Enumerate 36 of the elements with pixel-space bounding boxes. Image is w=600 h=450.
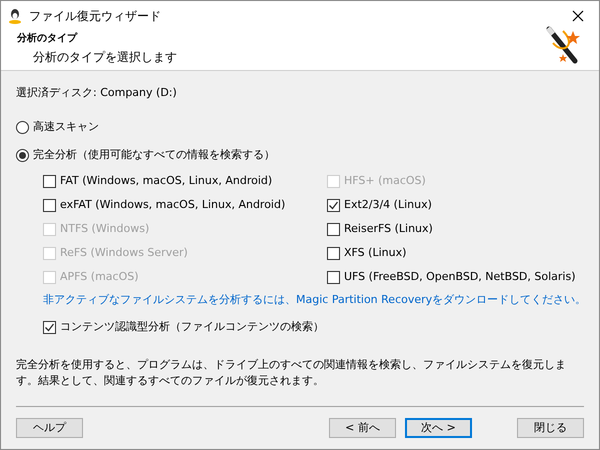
radio-label: 高速スキャン	[33, 118, 99, 135]
selected-disk-label: 選択済ディスク: Company (D:)	[16, 85, 178, 101]
checkbox[interactable]	[327, 198, 340, 212]
checkbox[interactable]	[43, 174, 56, 188]
checkbox-label: Ext2/3/4 (Linux)	[344, 196, 432, 213]
checkbox-label: APFS (macOS)	[60, 268, 138, 285]
checkbox-label: FAT (Windows, macOS, Linux, Android)	[60, 172, 272, 189]
checkbox[interactable]	[327, 246, 340, 260]
help-button[interactable]: ヘルプ	[16, 418, 83, 438]
radio-button[interactable]	[16, 148, 29, 162]
radio-label: 完全分析（使用可能なすべての情報を検索する）	[33, 146, 275, 163]
checkmark-icon	[328, 200, 339, 210]
radio-button[interactable]	[16, 120, 29, 134]
checkbox[interactable]	[43, 198, 56, 212]
checkbox[interactable]	[327, 270, 340, 284]
checkbox-label: exFAT (Windows, macOS, Linux, Android)	[60, 196, 286, 213]
checkbox-label: コンテンツ認識型分析（ファイルコンテンツの検索）	[60, 318, 324, 335]
download-link[interactable]: 非アクティブなファイルシステムを分析するには、Magic Partition Recoveryをダウンロードしてください。	[16, 289, 584, 311]
checkbox-label: ReiserFS (Linux)	[344, 220, 433, 237]
checkbox-label: NTFS (Windows)	[60, 220, 150, 237]
checkbox-label: HFS+ (macOS)	[344, 172, 426, 189]
close-icon	[572, 10, 584, 22]
checkmark-icon	[44, 322, 55, 332]
close-dialog-button[interactable]: 閉じる	[517, 418, 584, 438]
checkbox-label: UFS (FreeBSD, OpenBSD, NetBSD, Solaris)	[344, 268, 576, 285]
nav-button[interactable]: < 前へ	[329, 418, 396, 438]
checkbox[interactable]	[43, 320, 56, 334]
checkbox-label: XFS (Linux)	[344, 244, 406, 261]
window-title: ファイル復元ウィザード	[29, 8, 161, 25]
header-subtitle: 分析のタイプを選択します	[32, 49, 177, 66]
checkbox[interactable]	[327, 222, 340, 236]
checkbox-label: ReFS (Windows Server)	[60, 244, 188, 261]
app-icon	[7, 8, 23, 24]
description-text: 完全分析を使用すると、プログラムは、ドライブ上のすべての関連情報を検索し、ファイルシステムを復元します。結果として、関連するすべてのファイルが復元されます。	[16, 357, 567, 389]
nav-button[interactable]: 次へ >	[405, 418, 472, 438]
header-title: 分析のタイプ	[17, 31, 78, 46]
